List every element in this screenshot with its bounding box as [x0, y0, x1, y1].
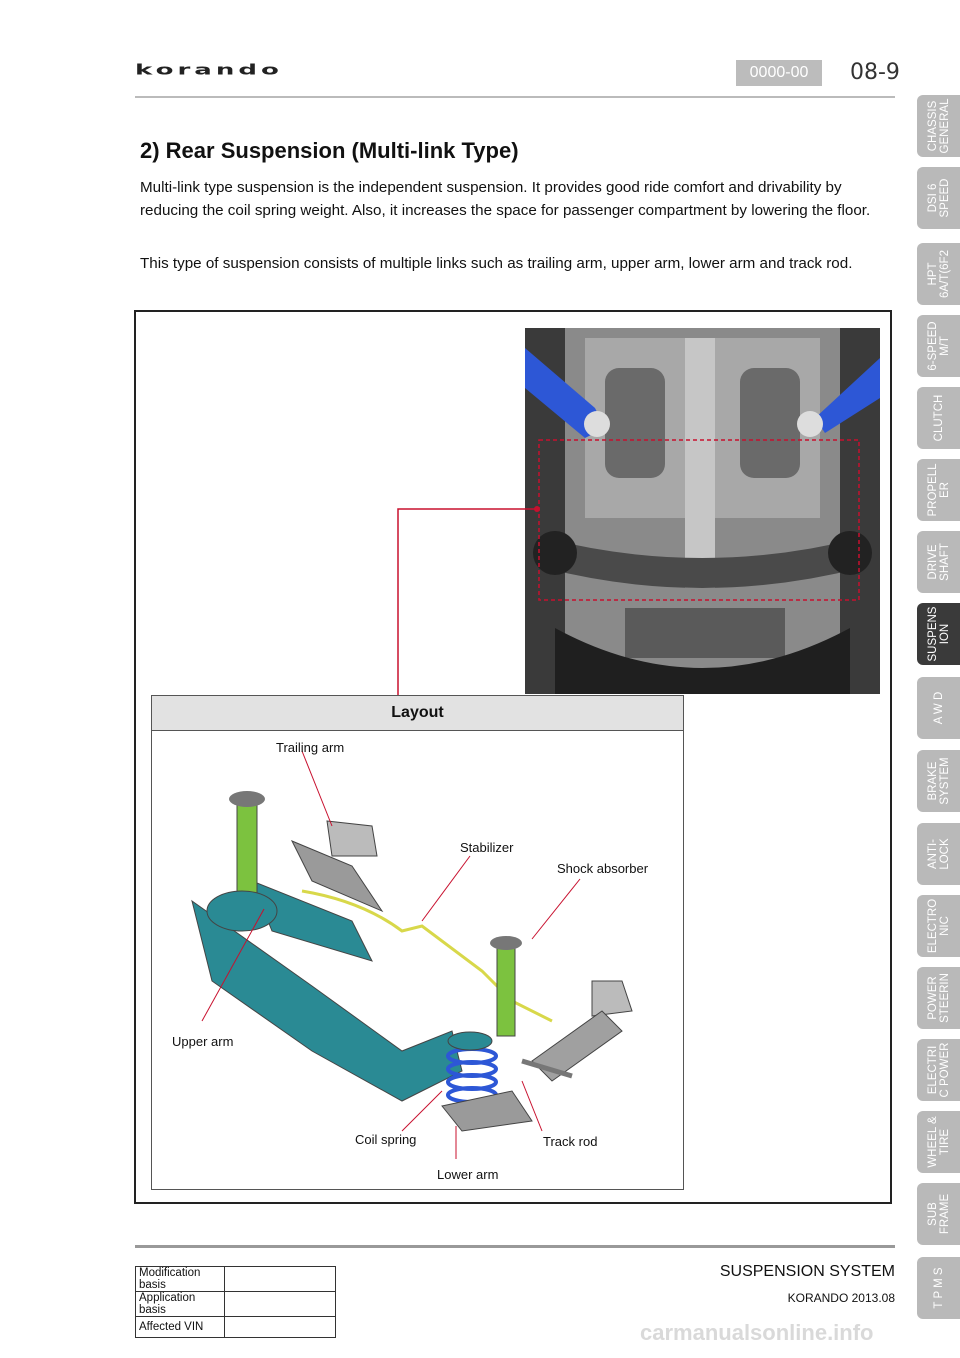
affected-vin-label: Affected VIN — [135, 1316, 225, 1338]
application-basis-label: Application basis — [135, 1291, 225, 1317]
tab-hpt-6at[interactable]: HPT 6A/T(6F2 — [917, 243, 960, 305]
suspension-diagram — [191, 750, 633, 1159]
modification-table: Modification basis Application basis Aff… — [135, 1266, 336, 1338]
application-basis-value — [224, 1291, 336, 1317]
tab-sub-frame[interactable]: SUB FRAME — [917, 1183, 960, 1245]
footer-system-title: SUSPENSION SYSTEM — [719, 1263, 895, 1280]
tab-chassis-general[interactable]: CHASSIS GENERAL — [917, 95, 960, 157]
section-title: 2) Rear Suspension (Multi-link Type) — [140, 138, 519, 163]
header-divider — [135, 96, 895, 98]
label-track-rod: Track rod — [543, 1134, 598, 1149]
paragraph-intro: Multi-link type suspension is the indepe… — [140, 179, 871, 219]
tab-propeller[interactable]: PROPELL ER — [917, 459, 960, 521]
footer-model-year: KORANDO 2013.08 — [787, 1291, 895, 1305]
korando-logo: korando — [135, 62, 283, 79]
tab-drive-shaft[interactable]: DRIVE SHAFT — [917, 531, 960, 593]
tab-power-steering[interactable]: POWER STEERIN — [917, 967, 960, 1029]
tab-suspension[interactable]: SUSPENS ION — [917, 603, 960, 665]
paragraph-links: This type of suspension consists of mult… — [140, 255, 853, 272]
tab-anti-lock[interactable]: ANTI- LOCK — [917, 823, 960, 885]
tab-wheel-tire[interactable]: WHEEL & TIRE — [917, 1111, 960, 1173]
footer-divider — [135, 1245, 895, 1248]
page-code-badge: 0000-00 — [736, 60, 822, 86]
label-shock-absorber: Shock absorber — [557, 861, 649, 876]
label-trailing-arm: Trailing arm — [276, 740, 345, 755]
label-lower-arm: Lower arm — [437, 1167, 499, 1182]
modification-basis-label: Modification basis — [135, 1266, 225, 1292]
tab-awd[interactable]: A W D — [917, 677, 960, 739]
tab-tpms[interactable]: T P M S — [917, 1257, 960, 1319]
tab-electric-power[interactable]: ELECTRI C POWER — [917, 1039, 960, 1101]
callout-connector — [397, 506, 540, 696]
modification-basis-value — [224, 1266, 336, 1292]
table-row: Application basis — [135, 1291, 336, 1317]
tab-clutch[interactable]: CLUTCH — [917, 387, 960, 449]
label-coil-spring: Coil spring — [355, 1132, 417, 1147]
table-row: Affected VIN — [135, 1316, 336, 1338]
tab-brake-system[interactable]: BRAKE SYSTEM — [917, 750, 960, 812]
site-watermark: carmanualsonline.info — [640, 1320, 874, 1345]
layout-panel: Layout Trailing arm Stabilizer Shock abs… — [151, 695, 684, 1190]
label-stabilizer: Stabilizer — [460, 840, 514, 855]
tab-dsi-6-speed[interactable]: DSI 6 SPEED — [917, 167, 960, 229]
tab-6-speed-mt[interactable]: 6-SPEED M/T — [917, 315, 960, 377]
underbody-photo — [525, 328, 880, 694]
tab-electronic[interactable]: ELECTRO NIC — [917, 895, 960, 957]
layout-title: Layout — [152, 696, 683, 731]
affected-vin-value — [224, 1316, 336, 1338]
label-upper-arm: Upper arm — [172, 1034, 234, 1049]
page-number: 08-9 — [850, 60, 900, 85]
table-row: Modification basis — [135, 1266, 336, 1292]
